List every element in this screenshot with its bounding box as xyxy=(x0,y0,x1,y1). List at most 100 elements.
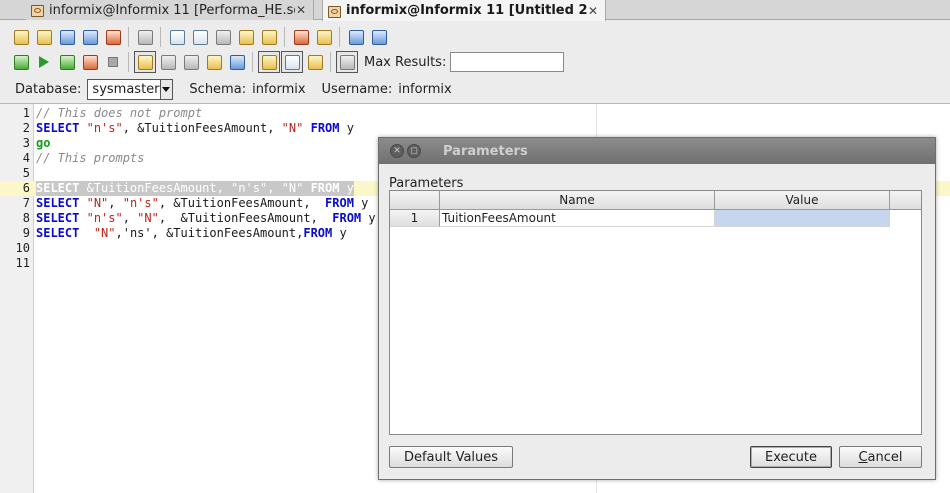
cancel-label-rest: ancel xyxy=(867,449,903,465)
results-text-button[interactable] xyxy=(281,51,303,73)
commit-button[interactable] xyxy=(157,51,179,73)
dialog-title-bar[interactable]: ✕ ◻ Parameters xyxy=(379,138,935,164)
lowercase-button[interactable] xyxy=(368,26,390,48)
column-header-name[interactable]: Name xyxy=(440,191,715,210)
run-button[interactable] xyxy=(33,51,55,73)
line-number: 5 xyxy=(22,166,30,180)
lowercase-icon xyxy=(371,29,387,45)
line-number: 8 xyxy=(22,211,30,225)
toolbar-separator xyxy=(160,27,161,47)
line-code[interactable]: go xyxy=(36,136,50,151)
editor-tab-bar: informix@Informix 11 [Performa_HE.sql] ✕… xyxy=(0,0,950,21)
cut-button[interactable] xyxy=(166,26,188,48)
close-icon[interactable]: ✕ xyxy=(295,3,307,17)
tab-performa-he[interactable]: informix@Informix 11 [Performa_HE.sql] ✕ xyxy=(26,0,314,20)
new-file-button[interactable] xyxy=(10,26,32,48)
max-results-label: Max Results: xyxy=(364,54,447,70)
stop-button[interactable] xyxy=(102,51,124,73)
play-icon xyxy=(39,56,49,68)
line-number: 7 xyxy=(22,196,30,210)
run-all-button[interactable] xyxy=(10,51,32,73)
username-label: Username: xyxy=(321,81,393,97)
line-code[interactable]: SELECT &TuitionFeesAmount, "n's", "N" FR… xyxy=(36,181,354,196)
toolbar-separator xyxy=(284,27,285,47)
export-results-button[interactable] xyxy=(304,51,326,73)
results-grid-button[interactable] xyxy=(258,51,280,73)
database-session-icon xyxy=(30,3,44,17)
tab-label: informix@Informix 11 [Untitled 2]* xyxy=(346,3,587,18)
print-button[interactable] xyxy=(134,26,156,48)
paste-button[interactable] xyxy=(212,26,234,48)
toolbar-separator xyxy=(128,52,129,72)
uppercase-icon xyxy=(348,29,364,45)
scissors-icon xyxy=(169,29,185,45)
printer-icon xyxy=(137,29,153,45)
close-icon[interactable]: ✕ xyxy=(587,4,599,18)
save-all-button[interactable] xyxy=(102,26,124,48)
editor-line[interactable]: 2 SELECT "n's", &TuitionFeesAmount, "N" F… xyxy=(0,121,950,136)
save-as-button[interactable] xyxy=(79,26,101,48)
find-button[interactable] xyxy=(290,26,312,48)
line-code[interactable]: SELECT "n's", "N", &TuitionFeesAmount, F… xyxy=(36,211,376,226)
copy-button[interactable] xyxy=(189,26,211,48)
line-number: 3 xyxy=(22,136,30,150)
default-values-button[interactable]: Default Values xyxy=(389,446,513,468)
export-icon xyxy=(307,54,323,70)
explain-plan-icon xyxy=(339,54,355,70)
toolbar-separator xyxy=(128,27,129,47)
line-code[interactable]: // This prompts xyxy=(36,151,144,166)
database-label: Database: xyxy=(15,81,82,97)
undo-button[interactable] xyxy=(235,26,257,48)
line-code[interactable]: SELECT "n's", &TuitionFeesAmount, "N" FR… xyxy=(36,121,354,136)
line-number: 1 xyxy=(22,106,30,120)
rollback-button[interactable] xyxy=(180,51,202,73)
editor-line[interactable]: 1 // This does not prompt xyxy=(0,106,950,121)
copy-icon xyxy=(192,29,208,45)
line-number: 6 xyxy=(22,181,30,195)
column-header-filler xyxy=(890,191,921,210)
line-code[interactable]: SELECT "N", "n's", &TuitionFeesAmount, F… xyxy=(36,196,368,211)
database-select[interactable]: sysmaster xyxy=(87,78,174,100)
commit-mode-button[interactable] xyxy=(134,51,156,73)
redo-icon xyxy=(261,29,277,45)
explain-plan-button[interactable] xyxy=(336,51,358,73)
save-icon xyxy=(59,29,75,45)
execute-button[interactable]: Execute xyxy=(750,446,832,468)
tab-untitled-2[interactable]: informix@Informix 11 [Untitled 2]* ✕ xyxy=(322,0,606,21)
line-number: 2 xyxy=(22,121,30,135)
run-current-button[interactable] xyxy=(56,51,78,73)
row-header-corner xyxy=(390,191,440,210)
row-number: 1 xyxy=(390,210,440,227)
database-session-icon xyxy=(327,4,341,18)
replace-icon xyxy=(316,29,332,45)
replace-button[interactable] xyxy=(313,26,335,48)
run-script-icon xyxy=(82,54,98,70)
parameter-name-cell[interactable]: TuitionFeesAmount xyxy=(440,210,715,227)
save-button[interactable] xyxy=(56,26,78,48)
text-results-icon xyxy=(284,54,300,70)
format-sql-button[interactable] xyxy=(203,51,225,73)
run-script-button[interactable] xyxy=(79,51,101,73)
line-number: 9 xyxy=(22,226,30,240)
max-results-input[interactable] xyxy=(450,52,565,72)
close-icon[interactable]: ✕ xyxy=(390,144,404,158)
connection-info-bar: Database: sysmaster Schema: informix User… xyxy=(0,77,950,101)
parameter-value-cell[interactable] xyxy=(715,210,890,227)
save-as-icon xyxy=(82,29,98,45)
cancel-button[interactable]: Cancel xyxy=(839,446,922,468)
commit-transaction-icon xyxy=(160,54,176,70)
execution-toolbar: Max Results: xyxy=(0,49,950,75)
line-code[interactable]: SELECT "N",'ns', &TuitionFeesAmount,FROM… xyxy=(36,226,347,241)
redo-button[interactable] xyxy=(258,26,280,48)
column-header-value[interactable]: Value xyxy=(715,191,890,210)
minimize-icon[interactable]: ◻ xyxy=(407,144,421,158)
open-file-button[interactable] xyxy=(33,26,55,48)
chevron-down-icon[interactable] xyxy=(159,79,173,99)
undo-icon xyxy=(238,29,254,45)
uppercase-button[interactable] xyxy=(345,26,367,48)
rollback-icon xyxy=(183,54,199,70)
history-button[interactable] xyxy=(226,51,248,73)
parameters-group-label: Parameters xyxy=(389,176,464,191)
line-code[interactable]: // This does not prompt xyxy=(36,106,202,121)
stop-icon xyxy=(108,57,118,67)
